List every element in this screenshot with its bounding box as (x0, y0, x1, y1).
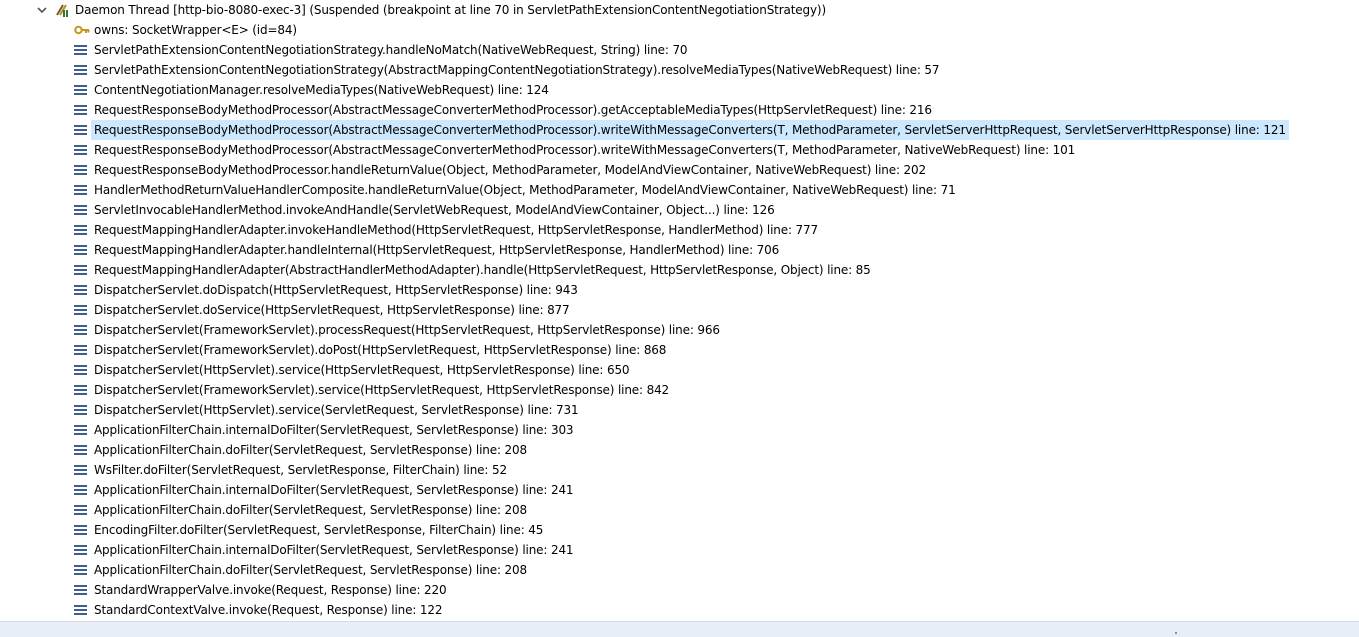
stack-frame-label-wrap: ServletInvocableHandlerMethod.invokeAndH… (91, 200, 778, 220)
stack-frame-icon (74, 404, 87, 416)
stack-frame-icon (74, 504, 87, 516)
stack-frame-label: RequestMappingHandlerAdapter(AbstractHan… (94, 263, 871, 277)
stack-frame-icon (74, 64, 87, 76)
stack-frame-icon (74, 124, 87, 136)
stack-frame-label-wrap: EncodingFilter.doFilter(ServletRequest, … (91, 520, 546, 540)
stack-frame-label-wrap: DispatcherServlet.doDispatch(HttpServlet… (91, 280, 581, 300)
stack-frame-label: ServletPathExtensionContentNegotiationSt… (94, 43, 688, 57)
stack-frame-label: ContentNegotiationManager.resolveMediaTy… (94, 83, 549, 97)
stack-frame-label: DispatcherServlet.doService(HttpServletR… (94, 303, 570, 317)
stack-frame-label-wrap: DispatcherServlet(FrameworkServlet).proc… (91, 320, 723, 340)
thread-label-wrap: Daemon Thread [http-bio-8080-exec-3] (Su… (72, 0, 829, 20)
stack-frame-label-wrap: RequestResponseBodyMethodProcessor(Abstr… (91, 140, 1078, 160)
stack-frame-label: RequestMappingHandlerAdapter.invokeHandl… (94, 223, 818, 237)
stack-frame-label-wrap: ApplicationFilterChain.internalDoFilter(… (91, 420, 576, 440)
stack-frame-icon (74, 384, 87, 396)
stack-frame-icon (74, 464, 87, 476)
stack-frame-label-wrap: ApplicationFilterChain.doFilter(ServletR… (91, 440, 530, 460)
stack-frame-label: ApplicationFilterChain.doFilter(ServletR… (94, 503, 527, 517)
stack-frame-label: RequestMappingHandlerAdapter.handleInter… (94, 243, 780, 257)
stack-frame-icon (74, 524, 87, 536)
stack-frame-icon (74, 444, 87, 456)
stack-frame-icon (74, 604, 87, 616)
stack-frame-icon (74, 544, 87, 556)
stack-frame-icon (74, 184, 87, 196)
status-bar (0, 621, 1359, 637)
stack-frame-icon (74, 44, 87, 56)
stack-frame-label: EncodingFilter.doFilter(ServletRequest, … (94, 523, 544, 537)
stack-frame-label: DispatcherServlet(FrameworkServlet).proc… (94, 323, 720, 337)
stack-frame-label: StandardContextValve.invoke(Request, Res… (94, 603, 443, 617)
monitor-key-icon (74, 25, 90, 35)
stack-frame-label: DispatcherServlet(FrameworkServlet).doPo… (94, 343, 667, 357)
stack-frame-icon (74, 284, 87, 296)
stack-frame-label-wrap: ContentNegotiationManager.resolveMediaTy… (91, 80, 552, 100)
stack-frame-label-wrap: DispatcherServlet(HttpServlet).service(H… (91, 360, 632, 380)
stack-frame-label: DispatcherServlet.doDispatch(HttpServlet… (94, 283, 578, 297)
owns-label-wrap: owns: SocketWrapper<E> (id=84) (91, 20, 300, 40)
stack-frame-label: HandlerMethodReturnValueHandlerComposite… (94, 183, 956, 197)
stack-frame-icon (74, 304, 87, 316)
stack-frame-label-wrap: ApplicationFilterChain.doFilter(ServletR… (91, 500, 530, 520)
stack-frame-label-wrap: RequestResponseBodyMethodProcessor(Abstr… (91, 100, 935, 120)
stack-frame-label-wrap: RequestResponseBodyMethodProcessor(Abstr… (91, 120, 1289, 140)
stack-frame-icon (74, 164, 87, 176)
stack-frame-label: StandardWrapperValve.invoke(Request, Res… (94, 583, 447, 597)
stack-frame-label: DispatcherServlet(HttpServlet).service(S… (94, 403, 579, 417)
stack-frame-label-wrap: HandlerMethodReturnValueHandlerComposite… (91, 180, 959, 200)
stack-frame-label-wrap: DispatcherServlet.doService(HttpServletR… (91, 300, 573, 320)
stack-frame-label: ServletInvocableHandlerMethod.invokeAndH… (94, 203, 775, 217)
stack-frame-label: RequestResponseBodyMethodProcessor.handl… (94, 163, 926, 177)
stack-frame-label: ApplicationFilterChain.doFilter(ServletR… (94, 443, 527, 457)
stack-frame-label: ApplicationFilterChain.doFilter(ServletR… (94, 563, 527, 577)
stack-frame-label-wrap: StandardContextValve.invoke(Request, Res… (91, 600, 445, 620)
stack-frame-label-wrap: RequestMappingHandlerAdapter(AbstractHan… (91, 260, 874, 280)
stack-frame-icon (74, 144, 87, 156)
stack-frame-label-wrap: ServletPathExtensionContentNegotiationSt… (91, 60, 942, 80)
stack-frame-label: RequestResponseBodyMethodProcessor(Abstr… (94, 103, 932, 117)
stack-frame-icon (74, 344, 87, 356)
stack-frame-icon (74, 264, 87, 276)
stack-frame-label: ApplicationFilterChain.internalDoFilter(… (94, 483, 574, 497)
stack-frame-icon (74, 224, 87, 236)
stack-frame-label-wrap: RequestMappingHandlerAdapter.invokeHandl… (91, 220, 821, 240)
stack-frame-label-wrap: ServletPathExtensionContentNegotiationSt… (91, 40, 690, 60)
chevron-down-icon[interactable] (36, 4, 48, 16)
stack-frame-label-wrap: ApplicationFilterChain.internalDoFilter(… (91, 480, 576, 500)
stack-frame-icon (74, 84, 87, 96)
stack-frame-label-wrap: ApplicationFilterChain.internalDoFilter(… (91, 540, 576, 560)
stack-frame-icon (74, 104, 87, 116)
stack-frame-label-wrap: RequestMappingHandlerAdapter.handleInter… (91, 240, 782, 260)
stack-frame-icon (74, 484, 87, 496)
stack-frame-label: DispatcherServlet(HttpServlet).service(H… (94, 363, 630, 377)
stack-frame-icon (74, 204, 87, 216)
stack-frame-label-wrap: RequestResponseBodyMethodProcessor.handl… (91, 160, 929, 180)
stack-frame-label: RequestResponseBodyMethodProcessor(Abstr… (94, 123, 1286, 137)
stack-frame-label-wrap: ApplicationFilterChain.doFilter(ServletR… (91, 560, 530, 580)
stack-frame-label: ServletPathExtensionContentNegotiationSt… (94, 63, 940, 77)
status-indicator (1175, 632, 1177, 634)
stack-frame-label: RequestResponseBodyMethodProcessor(Abstr… (94, 143, 1076, 157)
stack-frame-icon (74, 584, 87, 596)
stack-frame-icon (74, 564, 87, 576)
stack-frame-label-wrap: DispatcherServlet(FrameworkServlet).serv… (91, 380, 672, 400)
stack-frame-icon (74, 364, 87, 376)
thread-label: Daemon Thread [http-bio-8080-exec-3] (Su… (75, 3, 826, 17)
stack-frame-label: WsFilter.doFilter(ServletRequest, Servle… (94, 463, 507, 477)
stack-frame-label: ApplicationFilterChain.internalDoFilter(… (94, 423, 574, 437)
stack-frame-icon (74, 324, 87, 336)
thread-suspended-icon (56, 4, 68, 17)
owns-label: owns: SocketWrapper<E> (id=84) (94, 23, 297, 37)
stack-frame-label: ApplicationFilterChain.internalDoFilter(… (94, 543, 574, 557)
stack-frame-icon (74, 244, 87, 256)
stack-frame-icon (74, 424, 87, 436)
debug-stack-tree[interactable]: Daemon Thread [http-bio-8080-exec-3] (Su… (0, 0, 1359, 620)
stack-frame-label-wrap: DispatcherServlet(FrameworkServlet).doPo… (91, 340, 669, 360)
stack-frame-label-wrap: WsFilter.doFilter(ServletRequest, Servle… (91, 460, 510, 480)
stack-frame-label-wrap: StandardWrapperValve.invoke(Request, Res… (91, 580, 450, 600)
stack-frame-label: DispatcherServlet(FrameworkServlet).serv… (94, 383, 670, 397)
stack-frame-label-wrap: DispatcherServlet(HttpServlet).service(S… (91, 400, 582, 420)
